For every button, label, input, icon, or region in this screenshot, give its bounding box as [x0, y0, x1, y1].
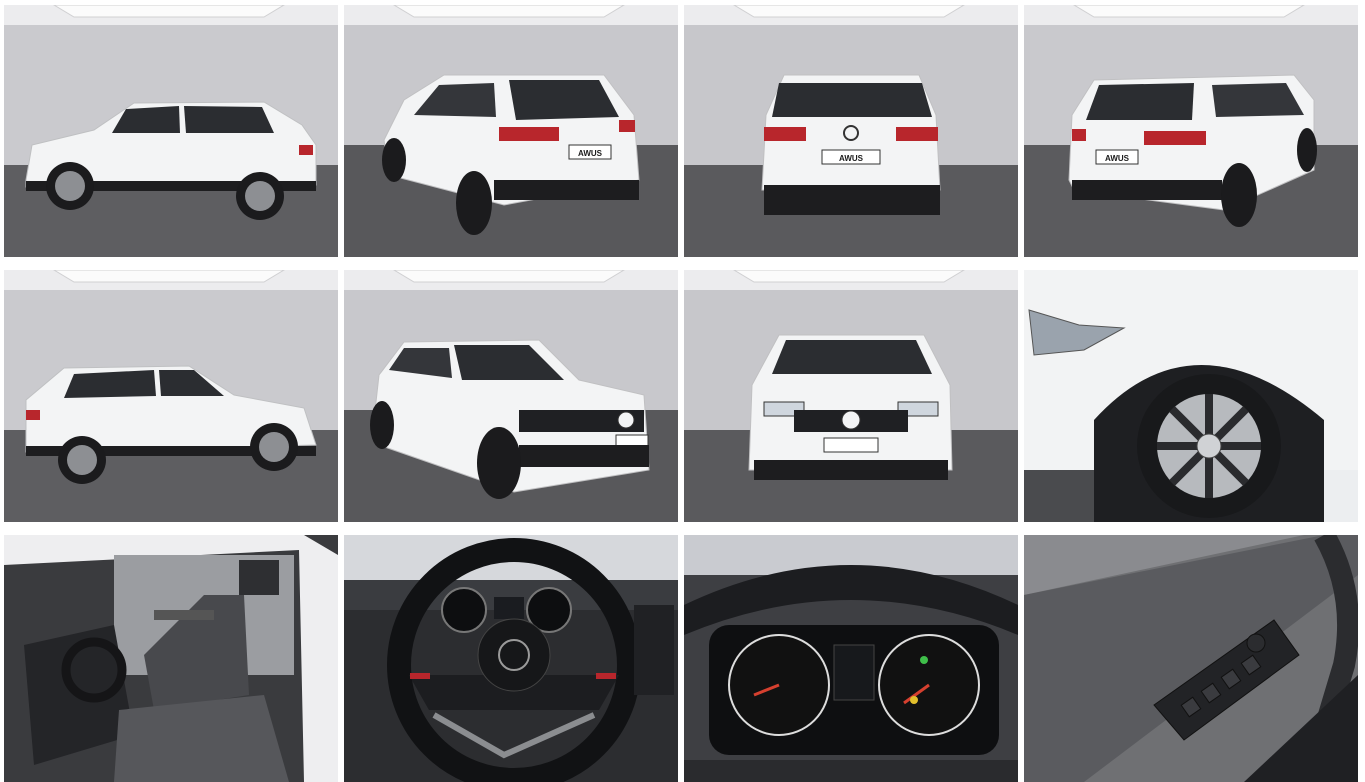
photo-front[interactable]: [684, 270, 1018, 522]
car-front-right-image: [344, 270, 678, 522]
car-side-right-image: [4, 270, 338, 522]
photo-gallery: AWUS AWUS AWUS: [0, 0, 1365, 782]
car-rear-right-image: AWUS: [1024, 5, 1358, 257]
plate-text: AWUS: [1105, 154, 1130, 163]
photo-front-three-quarter-right[interactable]: [344, 270, 678, 522]
photo-rear[interactable]: AWUS: [684, 5, 1018, 257]
photo-wheel-detail[interactable]: [1024, 270, 1358, 522]
car-rear-image: AWUS: [684, 5, 1018, 257]
car-front-image: [684, 270, 1018, 522]
photo-interior-front-seats[interactable]: [4, 535, 338, 782]
door-switches-image: [1024, 535, 1358, 782]
photo-rear-three-quarter-right[interactable]: AWUS: [1024, 5, 1358, 257]
steering-wheel-image: [344, 535, 678, 782]
car-side-left-image: [4, 5, 338, 257]
photo-side-right[interactable]: [4, 270, 338, 522]
instrument-cluster-image: [684, 535, 1018, 782]
plate-text: AWUS: [839, 154, 864, 163]
photo-rear-three-quarter-left[interactable]: AWUS: [344, 5, 678, 257]
photo-side-left[interactable]: [4, 5, 338, 257]
interior-seats-image: [4, 535, 338, 782]
plate-text: AWUS: [578, 149, 603, 158]
photo-steering-wheel[interactable]: [344, 535, 678, 782]
photo-door-window-switches[interactable]: [1024, 535, 1358, 782]
car-rear-left-image: AWUS: [344, 5, 678, 257]
wheel-detail-image: [1024, 270, 1358, 522]
photo-instrument-cluster[interactable]: [684, 535, 1018, 782]
